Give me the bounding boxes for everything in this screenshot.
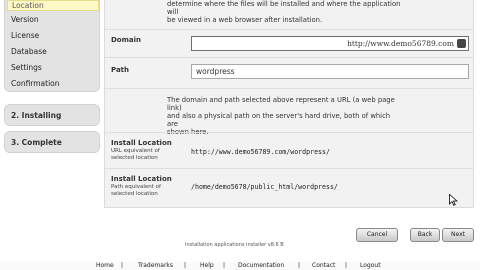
divider [105, 57, 473, 58]
domain-label: Domain [111, 36, 142, 44]
divider [105, 29, 473, 30]
footer-links: Home | Trademarks | Help | Documentation… [0, 262, 480, 270]
explanation-text: The domain and path selected above repre… [167, 96, 403, 136]
path-label: Path [111, 66, 129, 74]
sidebar-item-version[interactable]: Version [11, 15, 39, 24]
step-1-box: Location Version License Database Settin… [4, 0, 100, 92]
divider [105, 132, 473, 133]
footer-separator: | [298, 262, 301, 269]
step-3-title: 3. Complete [11, 138, 62, 147]
url-location-title: Install Location [111, 139, 172, 147]
url-location-sub-2: selected location [111, 155, 158, 161]
domain-value: http://www.demo56789.com [347, 39, 454, 48]
sidebar: Location Version License Database Settin… [0, 0, 104, 270]
version-text: Installation applications installer v8.6… [185, 242, 284, 248]
path-location-title: Install Location [111, 175, 172, 183]
footer-separator: | [184, 262, 187, 269]
mouse-cursor-icon [449, 194, 458, 206]
url-location-value: http://www.demo56789.com/wordpress/ [191, 148, 330, 156]
path-location-value: /home/demo5678/public_html/wordpress/ [191, 183, 338, 191]
path-location-sub-1: Path equivalent of [111, 184, 161, 190]
intro-line-1: determine where the files will be instal… [167, 0, 401, 16]
footer-link-documentation[interactable]: Documentation [238, 262, 284, 269]
explain-line-1: The domain and path selected above repre… [167, 96, 395, 112]
footer-separator: | [223, 262, 226, 269]
step-2-box: 2. Installing [4, 104, 100, 126]
step-3-box: 3. Complete [4, 131, 100, 153]
next-button[interactable]: Next [442, 228, 474, 242]
footer-link-trademarks[interactable]: Trademarks [138, 262, 173, 269]
footer-link-logout[interactable]: Logout [360, 262, 381, 269]
footer-separator: | [345, 262, 348, 269]
path-input[interactable]: wordpress [191, 64, 469, 79]
sidebar-item-confirmation[interactable]: Confirmation [11, 79, 60, 88]
sidebar-item-settings[interactable]: Settings [11, 63, 42, 72]
step-2-title: 2. Installing [11, 111, 62, 120]
sidebar-item-location[interactable]: Location [7, 0, 99, 11]
footer-link-help[interactable]: Help [200, 262, 214, 269]
location-panel: determine where the files will be instal… [104, 0, 474, 208]
explain-line-2: and also a physical path on the server's… [167, 112, 391, 128]
intro-text: determine where the files will be instal… [167, 0, 407, 24]
footer-link-home[interactable]: Home [96, 262, 114, 269]
back-button[interactable]: Back [410, 228, 440, 242]
intro-line-2: be viewed in a web browser after install… [167, 16, 323, 24]
sidebar-item-license[interactable]: License [11, 31, 39, 40]
cancel-button[interactable]: Cancel [356, 228, 398, 242]
divider [105, 88, 473, 89]
chevron-down-icon[interactable] [457, 39, 466, 48]
footer-link-contact[interactable]: Contact [312, 262, 335, 269]
footer-separator: | [121, 262, 124, 269]
path-location-sub-2: selected location [111, 191, 158, 197]
sidebar-item-database[interactable]: Database [11, 47, 47, 56]
url-location-sub-1: URL equivalent of [111, 148, 160, 154]
divider [105, 168, 473, 169]
domain-select[interactable]: http://www.demo56789.com [191, 36, 469, 51]
